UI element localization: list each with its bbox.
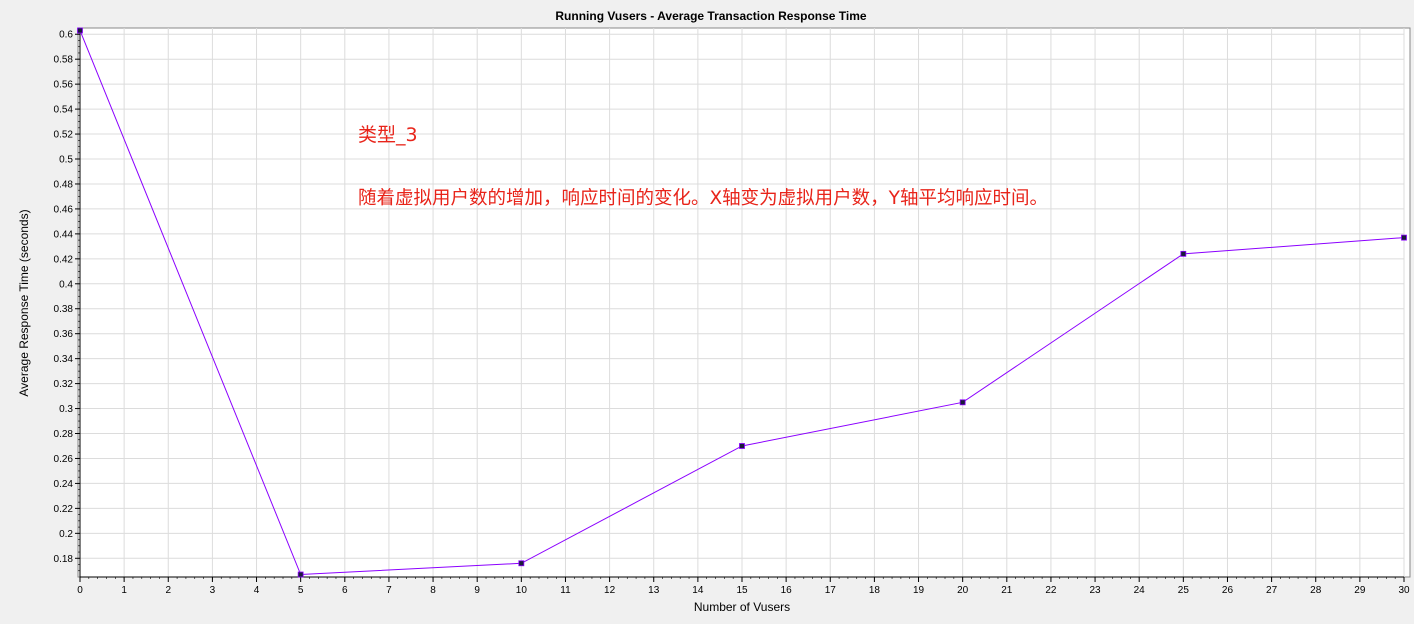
x-tick-label: 1	[121, 585, 127, 596]
y-tick-label: 0.52	[54, 130, 74, 141]
x-tick-label: 28	[1310, 585, 1322, 596]
x-tick-label: 21	[1001, 585, 1013, 596]
y-tick-label: 0.48	[54, 179, 74, 190]
y-tick-label: 0.6	[59, 30, 73, 41]
data-point	[297, 571, 304, 578]
x-tick-label: 29	[1354, 585, 1366, 596]
x-tick-label: 20	[957, 585, 969, 596]
x-tick-label: 16	[781, 585, 793, 596]
x-tick-label: 23	[1090, 585, 1102, 596]
y-tick-label: 0.32	[54, 379, 74, 390]
x-tick-label: 15	[736, 585, 748, 596]
y-tick-label: 0.18	[54, 554, 74, 565]
y-tick-label: 0.3	[59, 404, 73, 415]
x-tick-label: 6	[342, 585, 348, 596]
x-tick-label: 11	[560, 585, 571, 596]
x-tick-label: 7	[386, 585, 392, 596]
x-tick-label: 2	[165, 585, 171, 596]
x-tick-label: 9	[474, 585, 480, 596]
y-tick-label: 0.28	[54, 429, 74, 440]
y-tick-label: 0.58	[54, 55, 74, 66]
y-tick-label: 0.56	[54, 80, 74, 91]
x-tick-label: 22	[1045, 585, 1057, 596]
data-point	[77, 27, 83, 34]
x-tick-label: 0	[77, 585, 83, 596]
x-tick-label: 24	[1134, 585, 1146, 596]
data-point	[1401, 234, 1407, 241]
y-tick-label: 0.24	[54, 479, 74, 490]
x-tick-label: 26	[1222, 585, 1234, 596]
y-tick-label: 0.42	[54, 254, 74, 265]
y-tick-label: 0.22	[54, 504, 74, 515]
x-tick-label: 5	[298, 585, 304, 596]
plot-area	[77, 27, 1411, 578]
y-tick-label: 0.26	[54, 454, 74, 465]
y-tick-label: 0.2	[59, 529, 73, 540]
x-axis-label: Number of Vusers	[694, 600, 790, 614]
y-tick-label: 0.54	[54, 105, 74, 116]
data-point	[959, 399, 966, 406]
x-tick-label: 4	[254, 585, 260, 596]
data-point	[739, 443, 745, 449]
annotation-label: 类型_3	[358, 124, 418, 146]
x-tick-label: 3	[210, 585, 216, 596]
x-tick-label: 30	[1398, 585, 1410, 596]
chart: Running Vusers - Average Transaction Res…	[17, 9, 1411, 614]
x-tick-label: 12	[604, 585, 616, 596]
x-tick-label: 18	[869, 585, 881, 596]
y-axis-label: Average Response Time (seconds)	[17, 209, 31, 396]
x-tick-label: 13	[648, 585, 660, 596]
x-tick-label: 17	[825, 585, 837, 596]
x-tick-label: 27	[1266, 585, 1278, 596]
chart-title: Running Vusers - Average Transaction Res…	[555, 9, 867, 23]
y-tick-label: 0.44	[54, 229, 74, 240]
y-tick-label: 0.36	[54, 329, 74, 340]
y-tick-label: 0.5	[59, 155, 73, 166]
data-point	[518, 560, 525, 567]
y-tick-label: 0.46	[54, 204, 74, 215]
x-tick-label: 10	[516, 585, 528, 596]
y-tick-label: 0.38	[54, 304, 74, 315]
annotation-description: 随着虚拟用户数的增加，响应时间的变化。X轴变为虚拟用户数，Y轴平均响应时间。	[358, 188, 1048, 209]
data-point	[1180, 250, 1187, 257]
x-tick-label: 19	[913, 585, 925, 596]
x-tick-label: 14	[692, 585, 704, 596]
x-tick-label: 8	[430, 585, 436, 596]
x-tick-label: 25	[1178, 585, 1190, 596]
y-tick-label: 0.34	[54, 354, 74, 365]
y-tick-label: 0.4	[59, 279, 73, 290]
